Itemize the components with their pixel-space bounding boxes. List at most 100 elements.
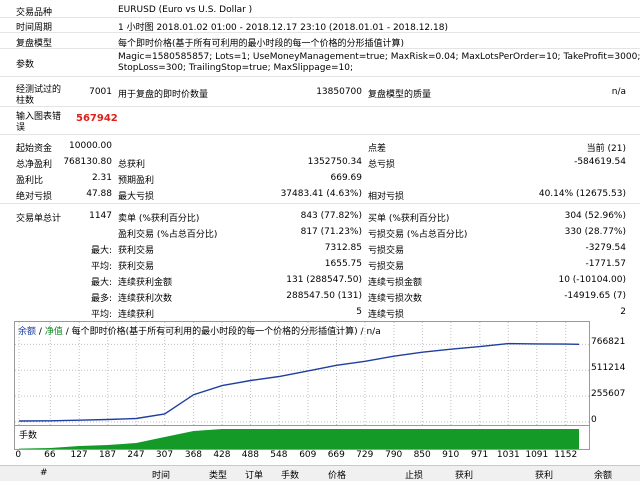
legend-equity: 净值 <box>44 327 63 337</box>
maximal-cons-profit-value: 288547.50 (131) <box>286 291 362 301</box>
bars-value: 7001 <box>89 87 112 97</box>
errors-value: 567942 <box>76 113 118 124</box>
x-tick-label: 790 <box>385 450 403 460</box>
expected-payoff-value: 669.69 <box>330 173 363 183</box>
long-positions-label: 买单 (%获利百分比) <box>368 214 450 224</box>
loss-trades-value: 330 (28.77%) <box>564 227 626 237</box>
bars-label-line-2: 柱数 <box>16 96 35 106</box>
max-cons-wins-value: 131 (288547.50) <box>286 275 362 285</box>
maximal-cons-loss-label: 连续亏损次数 <box>368 294 423 304</box>
column-header[interactable]: 订单 <box>245 468 263 481</box>
legend-separator-2: / <box>65 327 69 337</box>
x-tick-label: 428 <box>213 450 231 460</box>
column-header[interactable]: 价格 <box>328 468 346 481</box>
gross-loss-value: -584619.54 <box>574 157 626 167</box>
column-header[interactable]: 手数 <box>281 468 299 481</box>
x-tick-label: 127 <box>70 450 88 460</box>
x-tick-label: 729 <box>356 450 374 460</box>
x-tick-label: 1091 <box>525 450 549 460</box>
x-tick-label: 1031 <box>496 450 520 460</box>
rel-drawdown-label: 相对亏损 <box>368 192 405 202</box>
abs-drawdown-value: 47.88 <box>86 189 112 199</box>
x-tick-label: 247 <box>127 450 145 460</box>
x-tick-label: 0 <box>15 450 22 460</box>
short-positions-label: 卖单 (%获利百分比) <box>118 214 200 224</box>
avg-cons-losses-label: 连续亏损 <box>368 310 405 320</box>
legend-na: n/a <box>366 327 381 337</box>
column-header[interactable]: 获利 <box>535 468 553 481</box>
profit-factor-value: 2.31 <box>91 173 112 183</box>
x-tick-label: 850 <box>413 450 431 460</box>
x-tick-label: 971 <box>471 450 489 460</box>
column-header[interactable]: 类型 <box>209 468 227 481</box>
balance-chart-svg <box>15 322 589 426</box>
x-axis: 0 66 127 187 247 307 368 428 488 548 609 669 729 790 8… <box>0 449 640 463</box>
x-tick-label: 307 <box>155 450 174 460</box>
column-header[interactable]: 获利 <box>455 468 473 481</box>
long-positions-value: 304 (52.96%) <box>564 211 626 221</box>
avg-cons-label: 平均: <box>90 310 112 320</box>
profit-factor-label: 盈利比 <box>16 176 44 186</box>
legend-model-description: 每个即时价格(基于所有可利用的最小时段的每一个价格的分形插值计算) <box>71 327 358 337</box>
largest-profit-label: 获利交易 <box>118 246 155 256</box>
loss-trades-label: 亏损交易 (%占总百分比) <box>368 230 468 240</box>
avg-profit-label: 获利交易 <box>118 262 155 272</box>
quality-value: n/a <box>611 87 626 97</box>
profit-trades-label: 盈利交易 (%占总百分比) <box>118 230 218 240</box>
expected-payoff-label: 预期盈利 <box>118 176 155 186</box>
x-tick-label: 1152 <box>554 450 578 460</box>
column-header[interactable]: 时间 <box>152 468 170 481</box>
symbol-value: EURUSD (Euro vs U.S. Dollar ) <box>118 5 253 15</box>
maximal-cons-profit-label: 连续获利次数 <box>118 294 173 304</box>
y-tick-label: 766821 <box>591 337 626 348</box>
column-header[interactable]: 止损 <box>405 468 423 481</box>
volume-chart: 手数 <box>14 425 590 450</box>
balance-line <box>18 342 580 422</box>
column-header[interactable]: # <box>40 468 48 478</box>
spread-value: 当前 (21) <box>586 144 626 154</box>
gross-loss-label: 总亏损 <box>368 160 396 170</box>
ticks-label: 用于复盘的即时价数量 <box>118 90 209 100</box>
volume-label: 手数 <box>19 431 38 441</box>
deposit-label: 起始资金 <box>16 144 53 154</box>
legend-balance: 余额 <box>18 327 37 337</box>
avg-loss-label: 亏损交易 <box>368 262 405 272</box>
largest-loss-label: 亏损交易 <box>368 246 405 256</box>
column-header[interactable]: 余额 <box>594 468 612 481</box>
profit-trades-value: 817 (71.23%) <box>300 227 362 237</box>
params-label: 参数 <box>16 60 35 70</box>
x-tick-label: 910 <box>442 450 460 460</box>
legend-separator-3: / <box>360 327 364 337</box>
volume-chart-svg <box>19 429 579 449</box>
results-table-header: # 时间 类型 订单 手数 价格 止损 获利 获利 余额 <box>0 465 640 481</box>
quality-label: 复盘模型的质量 <box>368 90 432 100</box>
y-tick-label: 0 <box>591 415 597 425</box>
balance-chart: 余额 / 净值 / 每个即时价格(基于所有可利用的最小时段的每一个价格的分形插值… <box>14 321 590 427</box>
max-cons-losses-label: 连续亏损金额 <box>368 278 423 288</box>
maximal-label: 最多: <box>90 294 112 304</box>
rel-drawdown-value: 40.14% (12675.53) <box>538 189 626 199</box>
params-line-1: Magic=1580585857; Lots=1; UseMoneyManage… <box>118 52 640 62</box>
chart-header: 余额 / 净值 / 每个即时价格(基于所有可利用的最小时段的每一个价格的分形插值… <box>18 324 381 337</box>
ticks-value: 13850700 <box>316 87 362 97</box>
spread-label: 点差 <box>368 144 387 154</box>
x-tick-label: 368 <box>184 450 203 460</box>
volume-area <box>19 429 579 449</box>
avg-loss-value: -1771.57 <box>585 259 626 269</box>
total-trades-label: 交易单总计 <box>16 214 62 224</box>
total-trades-value: 1147 <box>89 211 112 221</box>
params-line-2: StopLoss=300; TrailingStop=true; MaxSlip… <box>118 63 354 73</box>
max-cons-wins-label: 连续获利金额 <box>118 278 173 288</box>
y-tick-label: 255607 <box>591 389 626 400</box>
short-positions-value: 843 (77.82%) <box>300 211 362 221</box>
average-label: 平均: <box>90 262 112 272</box>
legend-separator-1: / <box>38 327 42 337</box>
gross-profit-value: 1352750.34 <box>307 157 362 167</box>
avg-cons-losses-value: 2 <box>620 307 626 317</box>
net-profit-value: 768130.80 <box>63 157 112 167</box>
max-drawdown-value: 37483.41 (4.63%) <box>280 189 362 199</box>
x-tick-label: 187 <box>98 450 117 460</box>
net-profit-label: 总净盈利 <box>16 160 53 170</box>
x-tick-label: 669 <box>327 450 345 460</box>
maximal-cons-loss-value: -14919.65 (7) <box>564 291 626 301</box>
